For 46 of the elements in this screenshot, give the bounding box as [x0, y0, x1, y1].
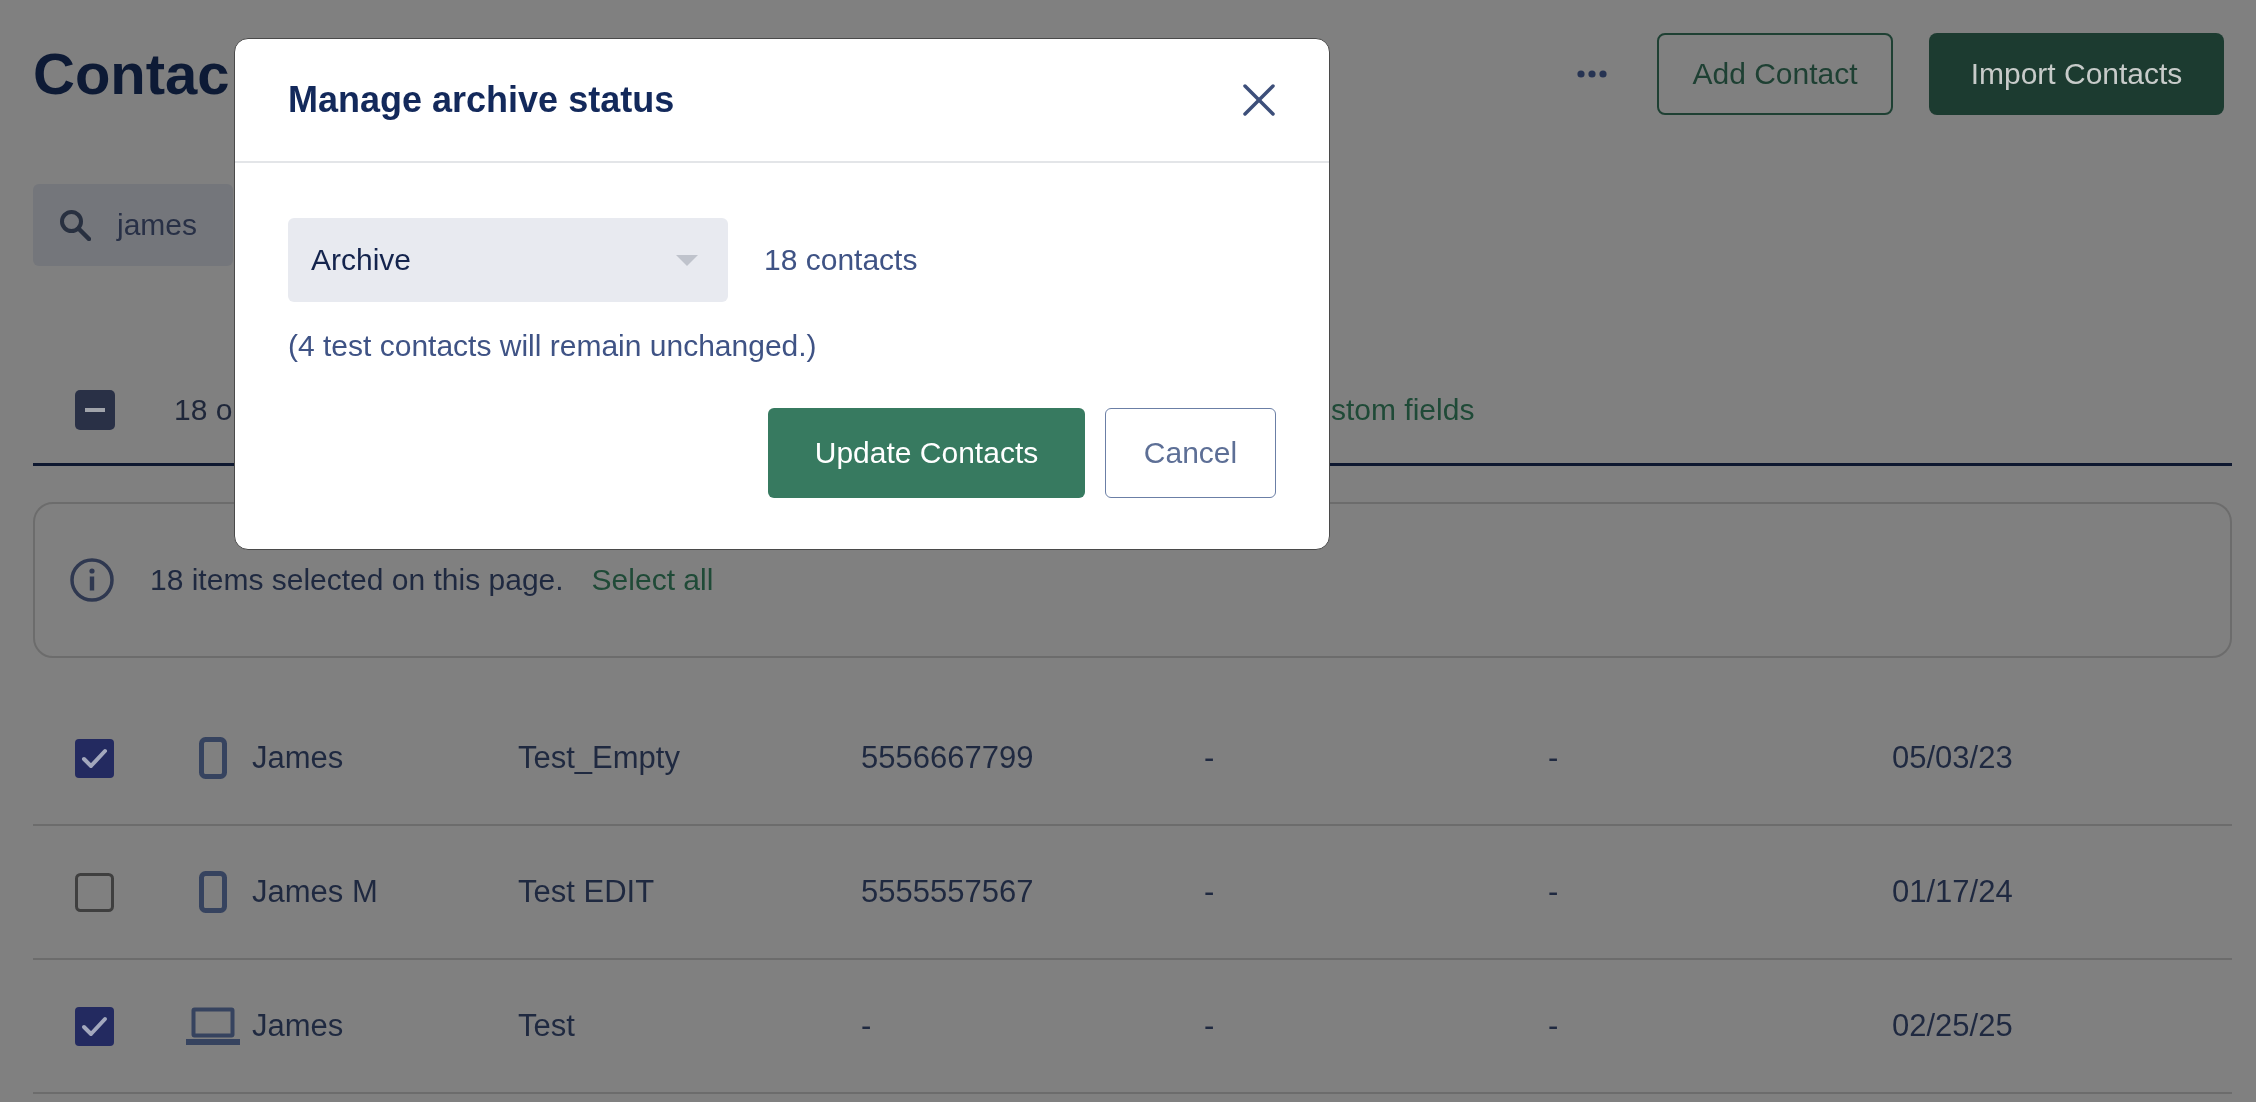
- table-cell: 5556667799: [861, 740, 1034, 776]
- phone-icon: [199, 871, 227, 913]
- row-checkbox[interactable]: [75, 872, 114, 912]
- table-cell: -: [1204, 740, 1215, 776]
- primary-button[interactable]: Import Contacts: [1929, 33, 2224, 115]
- more-button[interactable]: [1577, 70, 1607, 78]
- custom-fields-link[interactable]: stom fields: [1331, 393, 1475, 427]
- table-cell: 01/17/24: [1892, 874, 2013, 910]
- selection-message: 18 items selected on this page.: [150, 563, 564, 597]
- selection-count: 18 o: [174, 393, 233, 427]
- page-title: Contac: [33, 45, 230, 103]
- close-icon: [1242, 83, 1276, 117]
- select-all-checkbox[interactable]: [75, 390, 115, 430]
- contact-name: James M: [252, 874, 378, 910]
- table-cell: Test: [518, 1008, 575, 1044]
- table-cell: 02/25/25: [1892, 1008, 2013, 1044]
- table-cell: Test EDIT: [518, 874, 655, 910]
- laptop-icon: [186, 1007, 240, 1045]
- table-cell: -: [1204, 874, 1215, 910]
- status-select[interactable]: Archive: [288, 218, 728, 302]
- select-all-link[interactable]: Select all: [591, 563, 714, 597]
- row-checkbox[interactable]: [75, 1006, 114, 1046]
- info-icon: [70, 558, 114, 602]
- search-icon: [59, 209, 91, 241]
- table-cell: -: [1548, 740, 1559, 776]
- search-field[interactable]: james: [33, 184, 233, 266]
- primary-button[interactable]: Update Contacts: [768, 408, 1085, 498]
- caret-icon: [676, 254, 698, 266]
- secondary-button[interactable]: Add Contact: [1657, 33, 1893, 115]
- contact-count: 18 contacts: [764, 243, 918, 277]
- table-cell: -: [1204, 1008, 1215, 1044]
- table-cell: -: [861, 1008, 872, 1044]
- table-cell: 5555557567: [861, 874, 1034, 910]
- cancel-button[interactable]: Cancel: [1105, 408, 1276, 498]
- contact-name: James: [252, 1008, 344, 1044]
- phone-icon: [199, 737, 227, 779]
- dialog-title: Manage archive status: [288, 79, 675, 121]
- close-button[interactable]: [1242, 83, 1276, 117]
- row-checkbox[interactable]: [75, 738, 114, 778]
- table-cell: -: [1548, 1008, 1559, 1044]
- dialog-note: (4 test contacts will remain unchanged.): [288, 328, 817, 364]
- table-cell: 05/03/23: [1892, 740, 2013, 776]
- contact-name: James: [252, 740, 344, 776]
- table-cell: Test_Empty: [518, 740, 680, 776]
- table-cell: -: [1548, 874, 1559, 910]
- more-icon: [1577, 70, 1607, 78]
